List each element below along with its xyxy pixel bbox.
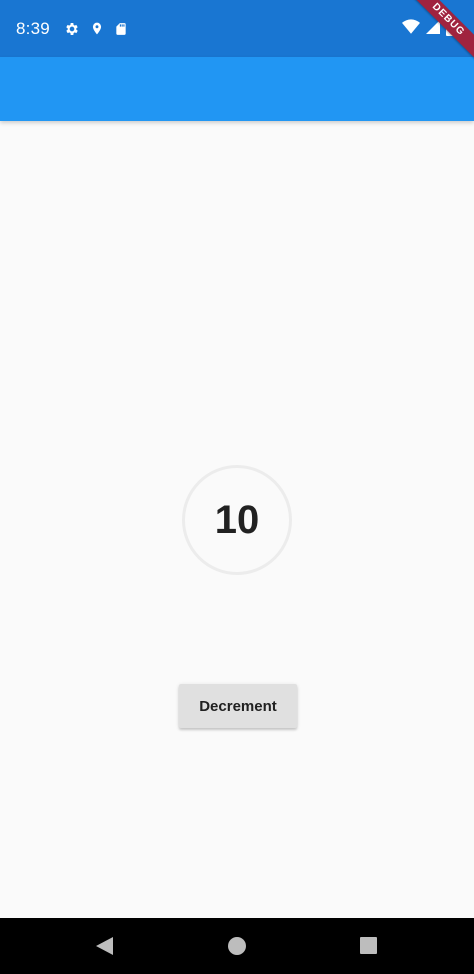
counter-circle: 10 <box>182 465 292 575</box>
decrement-button[interactable]: Decrement <box>179 684 297 728</box>
status-time: 8:39 <box>16 18 50 38</box>
counter-value: 10 <box>214 497 260 542</box>
sd-card-icon <box>114 21 128 37</box>
back-icon[interactable] <box>96 937 113 960</box>
app-bar <box>0 57 474 121</box>
status-icons-left <box>64 20 128 37</box>
location-pin-icon <box>90 20 104 37</box>
navigation-bar <box>0 918 474 974</box>
recents-icon[interactable] <box>360 937 377 954</box>
home-icon[interactable] <box>228 937 246 955</box>
main-content: 10 Decrement <box>0 121 474 918</box>
gear-icon <box>64 21 80 37</box>
wifi-icon <box>402 19 420 40</box>
status-bar: 8:39 <box>0 0 474 57</box>
screen: 8:39 DEBUG 10 Decrement <box>0 0 474 974</box>
